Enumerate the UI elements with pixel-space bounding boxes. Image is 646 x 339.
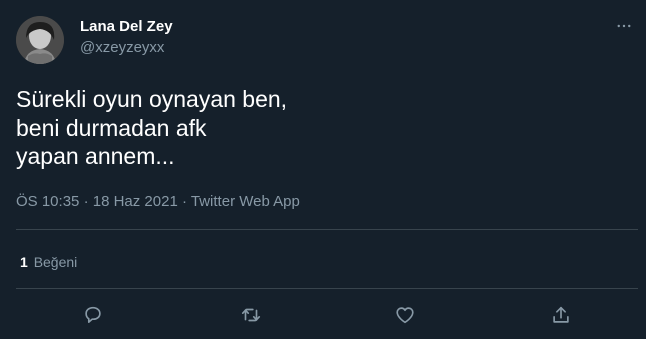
tweet-source[interactable]: Twitter Web App [191,193,300,210]
retweet-icon [241,308,261,322]
more-dots-icon [617,24,631,28]
like-button[interactable] [393,303,417,327]
avatar[interactable] [16,16,64,64]
profile-photo-icon [16,16,64,64]
tweet-date[interactable]: 18 Haz 2021 [93,193,178,210]
likes-stat[interactable]: 1 Beğeni [20,252,77,272]
reply-icon [85,306,101,323]
share-icon [553,306,569,323]
likes-label: Beğeni [33,254,78,270]
divider [16,229,638,230]
tweet-text: Sürekli oyun oynayan ben, beni durmadan … [16,86,288,169]
meta-separator: · [181,193,187,210]
retweet-button[interactable] [239,303,263,327]
divider [16,288,638,289]
author-handle[interactable]: @xzeyzeyxx [80,38,164,58]
reply-button[interactable] [81,303,105,327]
meta-separator: · [83,193,89,210]
tweet-meta: ÖS 10:35 · 18 Haz 2021 · Twitter Web App [16,192,300,212]
likes-count: 1 [20,254,28,270]
tweet-card: Lana Del Zey @xzeyzeyxx Sürekli oyun oyn… [0,0,646,339]
tweet-time[interactable]: ÖS 10:35 [16,193,79,210]
author-display-name[interactable]: Lana Del Zey [80,17,173,37]
more-options-button[interactable] [612,14,636,38]
heart-icon [396,307,414,324]
share-button[interactable] [549,303,573,327]
